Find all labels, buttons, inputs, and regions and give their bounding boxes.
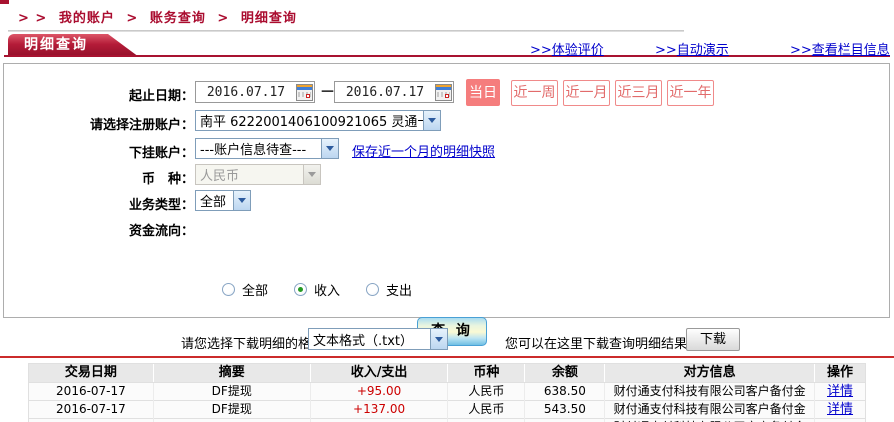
tab-detail-query[interactable]: 明细查询 xyxy=(8,34,140,57)
cell-balance: 543.50 xyxy=(525,401,605,419)
table-row-partial: 财付通支付科技有限公司客户备付金 xyxy=(29,418,865,422)
chevron-down-icon xyxy=(233,191,250,210)
account-label: 请选择注册账户： xyxy=(34,114,194,133)
tab-underline xyxy=(4,55,890,57)
cell-balance: 638.50 xyxy=(525,383,605,401)
detail-link[interactable]: 详情 xyxy=(827,402,853,417)
cell-date: 2016-07-17 xyxy=(29,401,154,419)
flow-radio-group: 全部 收入 支出 xyxy=(222,280,438,299)
flow-option-expense[interactable]: 支出 xyxy=(366,280,412,299)
flow-option-all[interactable]: 全部 xyxy=(222,280,268,299)
chevron-down-icon xyxy=(423,111,440,130)
account-select-value: 南平 6222001406100921065 灵通卡 xyxy=(196,111,423,130)
breadcrumb-item-account-query[interactable]: 账务查询 xyxy=(150,11,206,26)
chevron-down-icon xyxy=(430,329,447,349)
radio-icon[interactable] xyxy=(366,283,379,296)
breadcrumb: > > 我的账户 > 账务查询 > 明细查询 xyxy=(18,7,303,26)
header-summary: 摘要 xyxy=(154,364,311,382)
flow-option-income[interactable]: 收入 xyxy=(294,280,340,299)
page-corner-mark xyxy=(0,0,9,4)
download-format-select[interactable]: 文本格式（.txt） xyxy=(308,328,448,350)
chevron-down-icon xyxy=(303,165,320,184)
flow-option-label: 收入 xyxy=(314,280,340,299)
cell-counterparty: 财付通支付科技有限公司客户备付金 xyxy=(605,401,815,419)
detail-link[interactable]: 详情 xyxy=(827,384,853,399)
table-row: 2016-07-17 DF提现 +95.00 人民币 638.50 财付通支付科… xyxy=(29,382,865,400)
header-currency: 币种 xyxy=(448,364,525,382)
breadcrumb-prefix: > > xyxy=(18,11,47,26)
header-action: 操作 xyxy=(815,364,865,382)
flow-option-label: 支出 xyxy=(386,280,412,299)
date-to-value: 2016.07.17 xyxy=(335,85,435,100)
cell-date: 2016-07-17 xyxy=(29,383,154,401)
download-format-value: 文本格式（.txt） xyxy=(309,330,430,349)
table-header-row: 交易日期 摘要 收入/支出 币种 余额 对方信息 操作 xyxy=(29,364,865,382)
header-amount: 收入/支出 xyxy=(311,364,449,382)
header-date: 交易日期 xyxy=(29,364,154,382)
date-from-value: 2016.07.17 xyxy=(196,85,296,100)
query-form-panel: 起止日期： 2016.07.17 — 2016.07.17 当日 近一周 近一月… xyxy=(3,63,890,318)
auto-demo-link[interactable]: >>自动演示 xyxy=(655,39,729,58)
header-counterparty: 对方信息 xyxy=(605,364,815,382)
link-label: 体验评价 xyxy=(552,43,604,58)
date-range-separator: — xyxy=(321,84,334,99)
flow-label: 资金流向： xyxy=(34,220,194,239)
date-range-label: 起止日期： xyxy=(34,85,194,104)
date-to-input[interactable]: 2016.07.17 xyxy=(334,81,454,103)
table-row: 2016-07-17 DF提现 +137.00 人民币 543.50 财付通支付… xyxy=(29,400,865,418)
biz-type-select[interactable]: 全部 xyxy=(195,190,251,211)
currency-label: 币 种： xyxy=(34,168,194,187)
breadcrumb-item-detail-query[interactable]: 明细查询 xyxy=(241,11,297,26)
sub-account-select[interactable]: ---账户信息待查--- xyxy=(195,138,339,159)
link-label: 自动演示 xyxy=(677,43,729,58)
cell-summary: DF提现 xyxy=(154,401,311,419)
breadcrumb-divider xyxy=(8,30,684,32)
range-month-button[interactable]: 近一月 xyxy=(563,80,610,106)
date-from-input[interactable]: 2016.07.17 xyxy=(195,81,315,103)
cell-amount: +95.00 xyxy=(311,383,449,401)
currency-select-value: 人民币 xyxy=(196,165,303,184)
breadcrumb-separator: > xyxy=(217,11,229,26)
detail-query-page: > > 我的账户 > 账务查询 > 明细查询 明细查询 >>体验评价 >>自动演… xyxy=(0,0,894,422)
cell-amount: +137.00 xyxy=(311,401,449,419)
cell-counterparty: 财付通支付科技有限公司客户备付金 xyxy=(605,383,815,401)
breadcrumb-item-my-account[interactable]: 我的账户 xyxy=(59,11,115,26)
cell-summary: DF提现 xyxy=(154,383,311,401)
link-prefix: >> xyxy=(790,43,812,58)
cell-action: 详情 xyxy=(815,383,865,401)
cell-currency: 人民币 xyxy=(448,401,525,419)
link-label: 查看栏目信息 xyxy=(812,43,890,58)
link-prefix: >> xyxy=(655,43,677,58)
snapshot-link[interactable]: 保存近一个月的明细快照 xyxy=(352,141,495,160)
column-info-link[interactable]: >>查看栏目信息 xyxy=(790,39,890,58)
cell-action: 详情 xyxy=(815,401,865,419)
range-quarter-button[interactable]: 近三月 xyxy=(615,80,662,106)
flow-option-label: 全部 xyxy=(242,280,268,299)
download-hint: 您可以在这里下载查询明细结果 xyxy=(505,333,687,352)
link-prefix: >> xyxy=(530,43,552,58)
tab-label: 明细查询 xyxy=(24,37,88,53)
transaction-table: 交易日期 摘要 收入/支出 币种 余额 对方信息 操作 2016-07-17 D… xyxy=(28,363,866,422)
calendar-icon[interactable] xyxy=(435,84,452,101)
range-week-button[interactable]: 近一周 xyxy=(511,80,558,106)
chevron-down-icon xyxy=(321,139,338,158)
calendar-icon[interactable] xyxy=(296,84,313,101)
biz-type-label: 业务类型： xyxy=(34,194,194,213)
sub-account-select-value: ---账户信息待查--- xyxy=(196,139,321,158)
radio-icon[interactable] xyxy=(222,283,235,296)
sub-account-label: 下挂账户： xyxy=(34,142,194,161)
radio-checked-icon[interactable] xyxy=(294,283,307,296)
table-top-divider xyxy=(0,356,894,358)
breadcrumb-separator: > xyxy=(126,11,138,26)
range-today-button[interactable]: 当日 xyxy=(466,79,500,106)
biz-type-select-value: 全部 xyxy=(196,191,233,210)
download-format-label: 请您选择下载明细的格式 xyxy=(181,333,324,352)
experience-rating-link[interactable]: >>体验评价 xyxy=(530,39,604,58)
cell-currency: 人民币 xyxy=(448,383,525,401)
currency-select: 人民币 xyxy=(195,164,321,185)
download-button[interactable]: 下载 xyxy=(686,328,740,351)
account-select[interactable]: 南平 6222001406100921065 灵通卡 xyxy=(195,110,441,131)
header-balance: 余额 xyxy=(525,364,605,382)
range-year-button[interactable]: 近一年 xyxy=(667,80,714,106)
